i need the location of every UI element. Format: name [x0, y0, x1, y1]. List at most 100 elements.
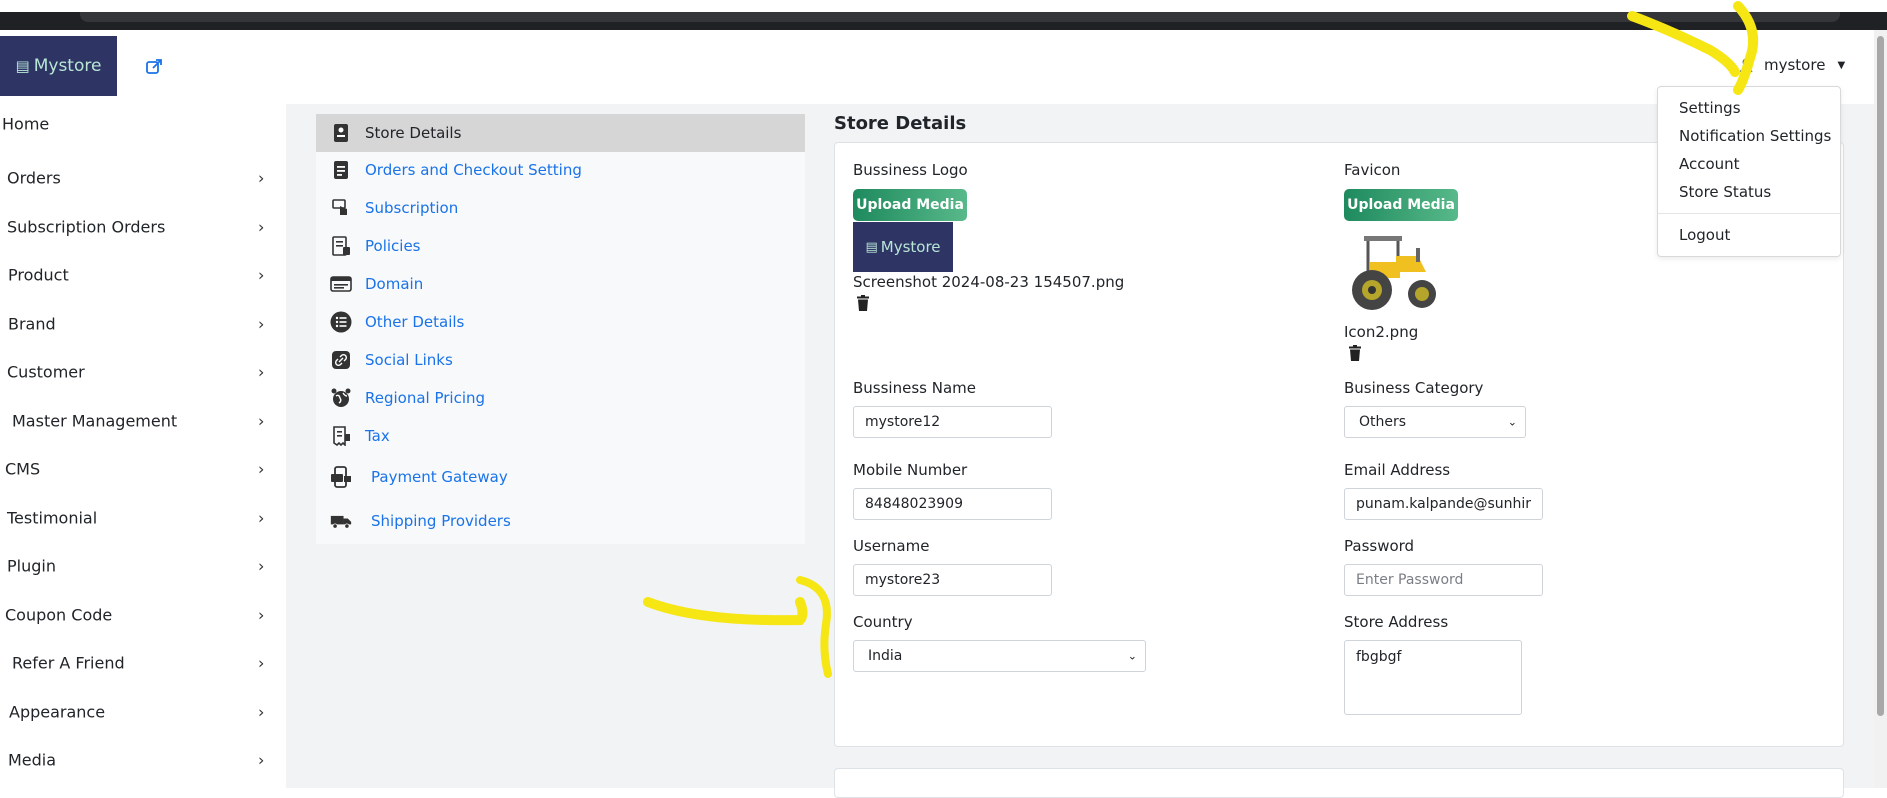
nav-shipping-providers[interactable]: Shipping Providers	[316, 502, 805, 540]
sidebar-item-label: CMS	[5, 459, 41, 479]
user-icon	[1739, 58, 1753, 72]
sidebar-item-master-management[interactable]: Master Management ›	[0, 401, 286, 441]
sidebar-item-testimonial[interactable]: Testimonial ›	[0, 498, 286, 538]
logo-preview-text: Mystore	[880, 238, 941, 256]
list-icon	[330, 311, 352, 333]
nav-domain[interactable]: Domain	[316, 265, 805, 303]
nav-label: Other Details	[365, 313, 465, 331]
sidebar-item-label: Product	[8, 265, 69, 285]
sidebar-item-label: Orders	[7, 168, 61, 188]
password-label: Password	[1344, 537, 1415, 555]
sidebar-item-label: Home	[2, 114, 50, 134]
sidebar-item-label: Customer	[7, 362, 85, 382]
email-input[interactable]	[1344, 488, 1543, 520]
chevron-right-icon: ›	[258, 653, 265, 673]
sidebar-item-cms[interactable]: CMS ›	[0, 449, 286, 489]
sidebar-item-label: Subscription Orders	[7, 217, 166, 237]
menu-item-logout[interactable]: Logout	[1679, 226, 1730, 244]
chevron-right-icon: ›	[258, 265, 265, 285]
nav-label: Policies	[365, 237, 421, 255]
shop-icon: ▤	[865, 239, 878, 255]
external-link-icon[interactable]	[145, 58, 163, 76]
sidebar-item-orders[interactable]: Orders ›	[0, 158, 286, 198]
store-address-label: Store Address	[1344, 613, 1449, 631]
chevron-right-icon: ›	[258, 217, 265, 237]
page-title: Store Details	[834, 113, 967, 134]
store-logo[interactable]: ▤ Mystore	[0, 36, 117, 96]
sidebar-item-product[interactable]: Product ›	[0, 255, 286, 295]
sidebar-item-label: Testimonial	[7, 508, 98, 528]
sidebar-item-media[interactable]: Media ›	[0, 740, 286, 780]
sidebar-item-refer-a-friend[interactable]: Refer A Friend ›	[0, 643, 286, 683]
sidebar-item-subscription-orders[interactable]: Subscription Orders ›	[0, 207, 286, 247]
sidebar-item-coupon-code[interactable]: Coupon Code ›	[0, 595, 286, 635]
sidebar-item-label: Media	[8, 750, 57, 770]
nav-regional-pricing[interactable]: Regional Pricing	[316, 379, 805, 417]
sidebar-item-appearance[interactable]: Appearance ›	[0, 692, 286, 732]
user-name: mystore	[1764, 56, 1826, 74]
browser-address-bar[interactable]	[80, 12, 1840, 22]
country-value: India	[868, 648, 903, 664]
chevron-down-icon: ⌄	[1127, 649, 1137, 663]
menu-item-notification-settings[interactable]: Notification Settings	[1679, 127, 1831, 145]
sidebar: Home Orders › Subscription Orders › Prod…	[0, 104, 286, 788]
business-category-label: Business Category	[1344, 379, 1484, 397]
page-scrollbar[interactable]	[1874, 30, 1887, 788]
chevron-right-icon: ›	[258, 750, 265, 770]
nav-store-details[interactable]: Store Details	[316, 114, 805, 152]
nav-label: Domain	[365, 275, 424, 293]
menu-item-settings[interactable]: Settings	[1679, 99, 1741, 117]
menu-item-store-status[interactable]: Store Status	[1679, 183, 1771, 201]
business-name-input[interactable]	[853, 406, 1052, 438]
sidebar-item-brand[interactable]: Brand ›	[0, 304, 286, 344]
email-label: Email Address	[1344, 461, 1451, 479]
business-category-select[interactable]: Others ⌄	[1344, 406, 1526, 438]
sidebar-item-home[interactable]: Home	[0, 104, 286, 144]
sidebar-item-label: Appearance	[9, 702, 106, 722]
upload-favicon-button[interactable]: Upload Media	[1344, 189, 1458, 221]
sidebar-item-label: Brand	[8, 314, 56, 334]
chevron-right-icon: ›	[258, 508, 265, 528]
nav-tax[interactable]: Tax	[316, 417, 805, 455]
menu-item-account[interactable]: Account	[1679, 155, 1740, 173]
sidebar-item-label: Refer A Friend	[12, 653, 125, 673]
sidebar-item-label: Master Management	[12, 411, 178, 431]
delete-favicon-icon[interactable]	[1348, 345, 1362, 361]
mobile-number-input[interactable]	[853, 488, 1052, 520]
nav-label: Social Links	[365, 351, 453, 369]
nav-payment-gateway[interactable]: Payment Gateway	[316, 458, 805, 496]
business-name-label: Bussiness Name	[853, 379, 976, 397]
nav-label: Store Details	[365, 124, 462, 142]
nav-social-links[interactable]: Social Links	[316, 341, 805, 379]
next-section-card	[834, 768, 1844, 798]
sidebar-item-plugin[interactable]: Plugin ›	[0, 546, 286, 586]
nav-label: Regional Pricing	[365, 389, 486, 407]
chevron-right-icon: ›	[258, 459, 265, 479]
store-address-textarea[interactable]: fbgbgf	[1344, 640, 1522, 715]
nav-label: Orders and Checkout Setting	[365, 161, 582, 179]
chevron-right-icon: ›	[258, 362, 265, 382]
sidebar-item-label: Coupon Code	[5, 605, 113, 625]
nav-orders-checkout[interactable]: Orders and Checkout Setting	[316, 151, 805, 189]
nav-policies[interactable]: Policies	[316, 227, 805, 265]
business-category-value: Others	[1359, 414, 1407, 430]
password-input[interactable]	[1344, 564, 1543, 596]
country-select[interactable]: India ⌄	[853, 640, 1146, 672]
favicon-filename: Icon2.png	[1344, 323, 1419, 341]
scrollbar-thumb[interactable]	[1877, 36, 1884, 716]
nav-label: Subscription	[365, 199, 459, 217]
sidebar-item-customer[interactable]: Customer ›	[0, 352, 286, 392]
sidebar-item-label: Plugin	[7, 556, 56, 576]
upload-logo-button[interactable]: Upload Media	[853, 189, 967, 221]
chevron-down-icon: ⌄	[1507, 415, 1517, 429]
mobile-number-label: Mobile Number	[853, 461, 968, 479]
nav-label: Tax	[365, 427, 390, 445]
username-input[interactable]	[853, 564, 1052, 596]
user-menu-toggle[interactable]: mystore ▼	[1738, 56, 1845, 74]
delete-logo-icon[interactable]	[856, 295, 870, 311]
chevron-right-icon: ›	[258, 168, 265, 188]
nav-subscription[interactable]: Subscription	[316, 189, 805, 227]
nav-other-details[interactable]: Other Details	[316, 303, 805, 341]
globe-pricing-icon	[330, 387, 352, 409]
truck-icon	[330, 510, 352, 532]
